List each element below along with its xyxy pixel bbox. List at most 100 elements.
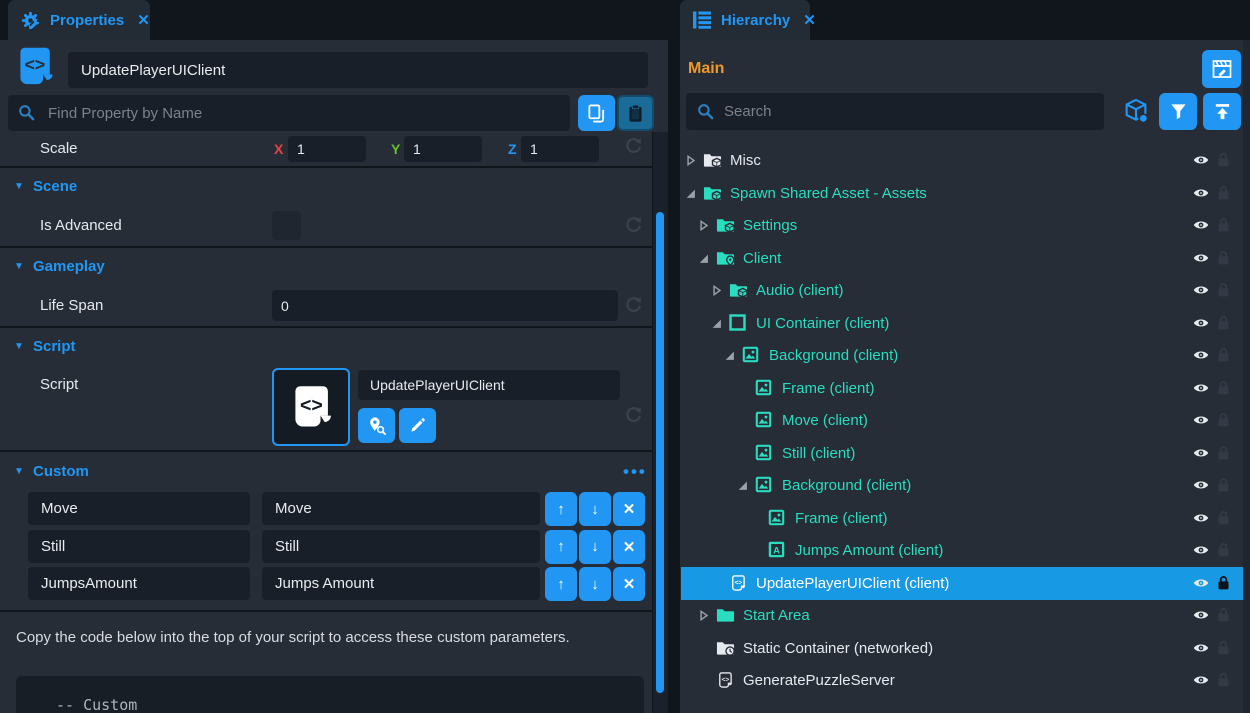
script-asset-thumbnail[interactable]: <> xyxy=(272,368,350,446)
property-search-input[interactable] xyxy=(8,95,570,131)
scale-y-field[interactable] xyxy=(404,136,482,162)
move-up-button[interactable]: ↑ xyxy=(545,567,577,601)
eye-icon[interactable] xyxy=(1193,544,1209,556)
lock-icon[interactable] xyxy=(1217,412,1230,428)
eye-icon[interactable] xyxy=(1193,317,1209,329)
code-snippet-block[interactable]: -- Custom xyxy=(16,676,644,713)
remove-param-button[interactable]: ✕ xyxy=(613,530,645,564)
eye-icon[interactable] xyxy=(1193,154,1209,166)
eye-icon[interactable] xyxy=(1193,349,1209,361)
lock-icon[interactable] xyxy=(1217,445,1230,461)
move-down-button[interactable]: ↓ xyxy=(579,567,611,601)
chevron-expanded-icon[interactable] xyxy=(685,188,696,199)
lock-icon[interactable] xyxy=(1217,217,1230,233)
tab-properties[interactable]: Properties ✕ xyxy=(8,0,150,40)
chevron-expanded-icon[interactable] xyxy=(698,253,709,264)
hierarchy-scrollbar-track[interactable] xyxy=(1243,40,1250,713)
cube-icon[interactable] xyxy=(1122,97,1150,125)
tab-hierarchy[interactable]: Hierarchy ✕ xyxy=(680,0,810,40)
eye-icon[interactable] xyxy=(1193,512,1209,524)
eye-icon[interactable] xyxy=(1193,284,1209,296)
tree-row[interactable]: Settings xyxy=(681,209,1243,242)
eye-icon[interactable] xyxy=(1193,609,1209,621)
lock-icon[interactable] xyxy=(1217,607,1230,623)
lock-icon[interactable] xyxy=(1217,575,1230,591)
lock-icon[interactable] xyxy=(1217,542,1230,558)
chevron-expanded-icon[interactable] xyxy=(724,350,735,361)
tree-row[interactable]: AJumps Amount (client) xyxy=(681,534,1243,567)
eye-icon[interactable] xyxy=(1193,219,1209,231)
param-name-field[interactable] xyxy=(28,567,250,600)
locate-script-button[interactable] xyxy=(358,408,395,443)
section-gameplay-title[interactable]: Gameplay xyxy=(33,248,105,286)
lock-icon[interactable] xyxy=(1217,315,1230,331)
eye-icon[interactable] xyxy=(1193,674,1209,686)
scale-z-field[interactable] xyxy=(521,136,599,162)
tree-row[interactable]: Misc xyxy=(681,144,1243,177)
chevron-collapsed-icon[interactable] xyxy=(698,220,709,231)
properties-scrollbar-thumb[interactable] xyxy=(656,212,664,693)
close-icon[interactable]: ✕ xyxy=(137,11,150,29)
tree-row[interactable]: Spawn Shared Asset - Assets xyxy=(681,177,1243,210)
reset-icon[interactable] xyxy=(624,296,643,315)
chevron-down-icon[interactable]: ▼ xyxy=(14,248,24,286)
eye-icon[interactable] xyxy=(1193,187,1209,199)
move-down-button[interactable]: ↓ xyxy=(579,492,611,526)
chevron-expanded-icon[interactable] xyxy=(737,480,748,491)
scene-manager-button[interactable] xyxy=(1202,50,1241,88)
scene-name-label[interactable]: Main xyxy=(688,60,724,78)
move-down-button[interactable]: ↓ xyxy=(579,530,611,564)
close-icon[interactable]: ✕ xyxy=(803,11,816,29)
chevron-expanded-icon[interactable] xyxy=(711,318,722,329)
chevron-collapsed-icon[interactable] xyxy=(698,610,709,621)
remove-param-button[interactable]: ✕ xyxy=(613,567,645,601)
section-custom-title[interactable]: Custom xyxy=(33,452,89,492)
scale-x-field[interactable] xyxy=(288,136,366,162)
chevron-collapsed-icon[interactable] xyxy=(685,155,696,166)
tree-row[interactable]: Still (client) xyxy=(681,437,1243,470)
tree-row[interactable]: Frame (client) xyxy=(681,372,1243,405)
section-scene-title[interactable]: Scene xyxy=(33,168,77,206)
reset-icon[interactable] xyxy=(624,406,643,425)
remove-param-button[interactable]: ✕ xyxy=(613,492,645,526)
filter-button[interactable] xyxy=(1159,93,1197,130)
lock-icon[interactable] xyxy=(1217,672,1230,688)
eye-icon[interactable] xyxy=(1193,479,1209,491)
param-name-field[interactable] xyxy=(28,530,250,563)
eye-icon[interactable] xyxy=(1193,414,1209,426)
tree-row[interactable]: Audio (client) xyxy=(681,274,1243,307)
lock-icon[interactable] xyxy=(1217,152,1230,168)
chevron-down-icon[interactable]: ▼ xyxy=(14,328,24,366)
section-script-title[interactable]: Script xyxy=(33,328,76,366)
param-display-field[interactable] xyxy=(262,492,540,525)
script-name-field[interactable] xyxy=(358,370,620,400)
lock-icon[interactable] xyxy=(1217,510,1230,526)
lock-icon[interactable] xyxy=(1217,640,1230,656)
tree-row[interactable]: Background (client) xyxy=(681,469,1243,502)
copy-properties-button[interactable] xyxy=(578,95,615,131)
lock-icon[interactable] xyxy=(1217,282,1230,298)
param-display-field[interactable] xyxy=(262,567,540,600)
tree-row[interactable]: <>GeneratePuzzleServer xyxy=(681,664,1243,697)
lock-icon[interactable] xyxy=(1217,185,1230,201)
move-up-button[interactable]: ↑ xyxy=(545,530,577,564)
reset-icon[interactable] xyxy=(624,216,643,235)
eye-icon[interactable] xyxy=(1193,252,1209,264)
tree-row[interactable]: Static Container (networked) xyxy=(681,632,1243,665)
tree-row[interactable]: Background (client) xyxy=(681,339,1243,372)
chevron-down-icon[interactable]: ▼ xyxy=(14,168,24,206)
life-span-field[interactable] xyxy=(272,290,618,321)
eye-icon[interactable] xyxy=(1193,642,1209,654)
lock-icon[interactable] xyxy=(1217,477,1230,493)
reset-icon[interactable] xyxy=(624,137,643,156)
lock-icon[interactable] xyxy=(1217,380,1230,396)
eye-icon[interactable] xyxy=(1193,577,1209,589)
param-display-field[interactable] xyxy=(262,530,540,563)
eye-icon[interactable] xyxy=(1193,447,1209,459)
tree-row[interactable]: UI Container (client) xyxy=(681,307,1243,340)
lock-icon[interactable] xyxy=(1217,347,1230,363)
tree-row[interactable]: Move (client) xyxy=(681,404,1243,437)
param-name-field[interactable] xyxy=(28,492,250,525)
tree-row[interactable]: Frame (client) xyxy=(681,502,1243,535)
chevron-down-icon[interactable]: ▼ xyxy=(14,452,24,492)
